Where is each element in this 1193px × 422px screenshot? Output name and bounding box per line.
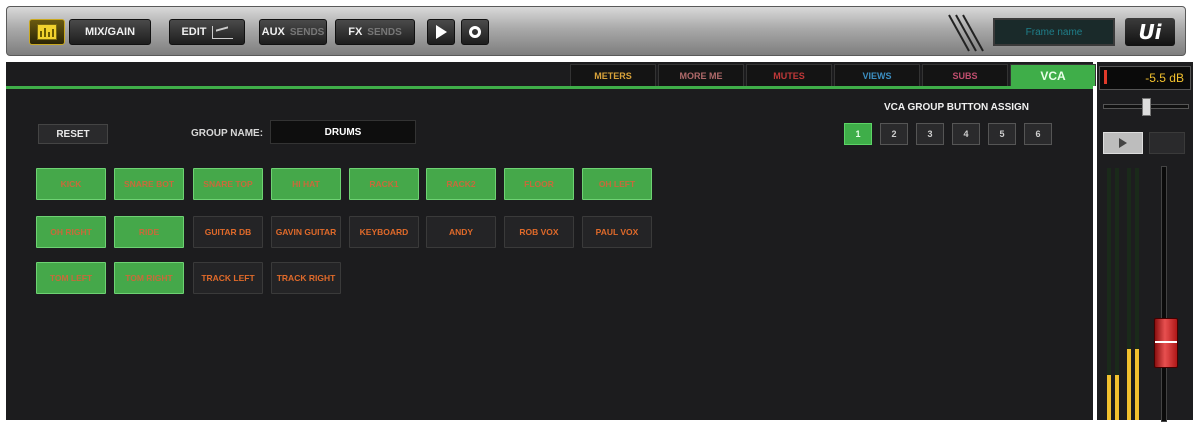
level-readout: -5.5 dB <box>1099 66 1191 90</box>
view-tabs: METERS MORE ME MUTES VIEWS SUBS VCA <box>570 64 1098 86</box>
fader-track <box>1161 166 1167 422</box>
tab-mutes[interactable]: MUTES <box>746 64 832 86</box>
channel-assign-button[interactable]: KICK <box>36 168 106 200</box>
pan-slider-handle[interactable] <box>1142 98 1151 116</box>
vca-group-button-3[interactable]: 3 <box>916 123 944 145</box>
grip-lines-icon <box>948 14 984 52</box>
channel-assign-button[interactable]: TRACK RIGHT <box>271 262 341 294</box>
channel-assign-button[interactable]: GAVIN GUITAR <box>271 216 341 248</box>
channel-assign-button[interactable]: RACK2 <box>426 168 496 200</box>
channel-assign-button[interactable]: OH RIGHT <box>36 216 106 248</box>
fader-handle[interactable] <box>1154 318 1178 368</box>
play-button[interactable] <box>427 19 455 45</box>
vca-group-button-2[interactable]: 2 <box>880 123 908 145</box>
edit-icon <box>211 25 233 39</box>
level-meter <box>1115 168 1119 420</box>
strip-secondary-button[interactable] <box>1149 132 1185 154</box>
channel-assign-button[interactable]: SNARE TOP <box>193 168 263 200</box>
channel-assign-button[interactable]: HI HAT <box>271 168 341 200</box>
snapshot-name-display[interactable]: Frame name <box>993 18 1115 46</box>
channel-assign-button[interactable]: FLOOR <box>504 168 574 200</box>
clip-led <box>1104 70 1107 84</box>
aux-sub-label: SENDS <box>289 26 325 38</box>
mix-gain-label: MIX/GAIN <box>84 26 136 38</box>
ui-logo[interactable]: Ui <box>1125 18 1175 46</box>
vca-main-panel: METERS MORE ME MUTES VIEWS SUBS VCA RESE… <box>6 62 1096 420</box>
edit-label: EDIT <box>181 26 207 38</box>
meter-fill <box>1107 375 1111 420</box>
channel-strip: -5.5 dB <box>1097 62 1193 422</box>
channel-assign-button[interactable]: TOM RIGHT <box>114 262 184 294</box>
fx-sub-label: SENDS <box>367 26 402 38</box>
channel-assign-button[interactable]: ANDY <box>426 216 496 248</box>
meter-fill <box>1135 349 1139 420</box>
tab-views[interactable]: VIEWS <box>834 64 920 86</box>
tab-vca[interactable]: VCA <box>1010 64 1096 86</box>
group-name-field[interactable]: DRUMS <box>270 120 416 144</box>
aux-label: AUX <box>261 26 285 38</box>
top-toolbar: MIX/GAIN EDIT AUX SENDS FX SENDS Frame n… <box>6 6 1186 56</box>
meters-icon <box>37 24 57 40</box>
meters-button[interactable] <box>29 19 65 45</box>
record-icon <box>469 26 481 38</box>
tab-more-me[interactable]: MORE ME <box>658 64 744 86</box>
play-icon <box>1119 138 1127 148</box>
snapshot-name-text: Frame name <box>1025 26 1083 38</box>
tab-underline <box>6 86 1093 89</box>
edit-button[interactable]: EDIT <box>169 19 245 45</box>
channel-assign-button[interactable]: OH LEFT <box>582 168 652 200</box>
vca-group-button-4[interactable]: 4 <box>952 123 980 145</box>
mix-gain-button[interactable]: MIX/GAIN <box>69 19 151 45</box>
level-meter <box>1135 168 1139 420</box>
vca-group-button-5[interactable]: 5 <box>988 123 1016 145</box>
level-meter <box>1127 168 1131 420</box>
play-icon <box>435 25 447 39</box>
record-button[interactable] <box>461 19 489 45</box>
meter-fill <box>1115 375 1119 420</box>
fx-sends-button[interactable]: FX SENDS <box>335 19 415 45</box>
group-name-label: GROUP NAME: <box>191 128 264 139</box>
channel-assign-button[interactable]: TOM LEFT <box>36 262 106 294</box>
level-meter <box>1107 168 1111 420</box>
channel-assign-button[interactable]: PAUL VOX <box>582 216 652 248</box>
channel-assign-button[interactable]: GUITAR DB <box>193 216 263 248</box>
fx-label: FX <box>348 26 363 38</box>
channel-assign-button[interactable]: KEYBOARD <box>349 216 419 248</box>
channel-assign-button[interactable]: RACK1 <box>349 168 419 200</box>
level-readout-text: -5.5 dB <box>1145 71 1184 85</box>
reset-button[interactable]: RESET <box>38 124 108 144</box>
vca-group-buttons: 1 2 3 4 5 6 <box>844 123 1052 145</box>
aux-sends-button[interactable]: AUX SENDS <box>259 19 327 45</box>
channel-assign-button[interactable]: ROB VOX <box>504 216 574 248</box>
vca-group-button-6[interactable]: 6 <box>1024 123 1052 145</box>
tab-meters[interactable]: METERS <box>570 64 656 86</box>
strip-play-button[interactable] <box>1103 132 1143 154</box>
vca-assign-title: VCA GROUP BUTTON ASSIGN <box>884 102 1030 113</box>
channel-assign-button[interactable]: RIDE <box>114 216 184 248</box>
meter-fill <box>1127 349 1131 420</box>
channel-assign-button[interactable]: TRACK LEFT <box>193 262 263 294</box>
tab-subs[interactable]: SUBS <box>922 64 1008 86</box>
channel-assign-button[interactable]: SNARE BOT <box>114 168 184 200</box>
vca-group-button-1[interactable]: 1 <box>844 123 872 145</box>
